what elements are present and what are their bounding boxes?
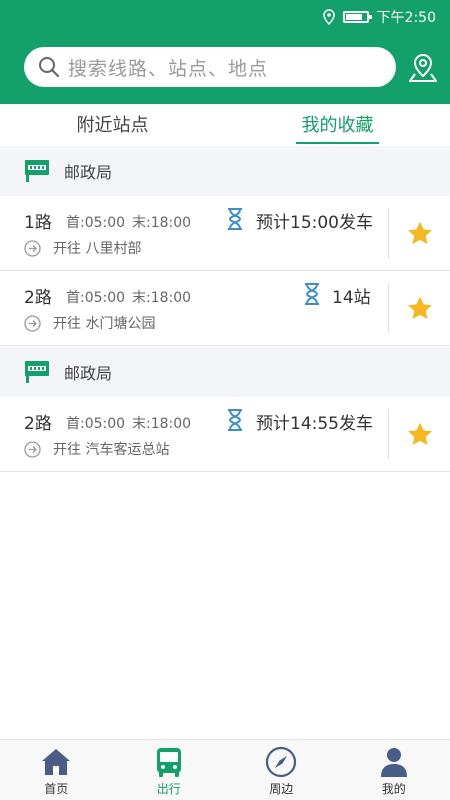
route-number: 2路 (24, 414, 52, 434)
last-bus-time: 末:18:00 (132, 215, 192, 231)
bus-icon (156, 748, 181, 777)
eta-text: 预计15:00发车 (256, 213, 373, 233)
station-name: 邮政局 (64, 163, 113, 182)
nav-travel[interactable]: 出行 (113, 740, 226, 800)
nav-mine-label: 我的 (381, 782, 406, 796)
station-name: 邮政局 (64, 364, 113, 383)
bottom-nav: 首页 出行 周边 我的 (0, 739, 450, 800)
divider (388, 409, 389, 459)
route-number: 1路 (24, 213, 52, 233)
nav-travel-label: 出行 (156, 782, 181, 796)
map-location-icon[interactable] (407, 52, 439, 84)
first-bus-time: 首:05:00 (66, 215, 126, 231)
search-placeholder: 搜索线路、站点、地点 (68, 57, 269, 80)
arrow-right-circle-icon (24, 315, 41, 332)
arrow-right-circle-icon (24, 240, 41, 257)
nav-nearby-label: 周边 (269, 782, 294, 796)
station-header[interactable]: 邮政局 (0, 347, 450, 397)
first-bus-time: 首:05:00 (66, 290, 126, 306)
nav-mine[interactable]: 我的 (338, 740, 450, 800)
bus-stop-sign-icon (25, 160, 49, 182)
home-icon (42, 749, 71, 775)
hourglass-icon (228, 208, 242, 230)
arrow-right-circle-icon (24, 441, 41, 458)
search-input[interactable]: 搜索线路、站点、地点 (24, 47, 396, 87)
header: 下午2:50 搜索线路、站点、地点 (0, 0, 450, 104)
nav-nearby[interactable]: 周边 (225, 740, 338, 800)
tab-nearby-stops[interactable]: 附近站点 (0, 104, 225, 148)
bus-stop-sign-icon (25, 361, 49, 383)
star-icon[interactable] (406, 220, 434, 248)
route-number: 2路 (24, 288, 52, 308)
person-icon (380, 748, 407, 777)
status-bar: 下午2:50 (0, 0, 450, 32)
battery-icon (342, 11, 372, 23)
search-icon (39, 57, 60, 78)
direction-text: 开往 八里村部 (53, 241, 142, 257)
eta-text: 14站 (332, 288, 371, 308)
active-tab-indicator (296, 142, 379, 144)
hourglass-icon (228, 409, 242, 431)
nav-home-label: 首页 (44, 782, 69, 796)
eta-text: 预计14:55发车 (256, 414, 373, 434)
tab-bar: 附近站点 我的收藏 (0, 104, 450, 148)
hourglass-icon (305, 283, 319, 305)
star-icon[interactable] (406, 295, 434, 323)
last-bus-time: 末:18:00 (132, 416, 192, 432)
direction-text: 开往 水门塘公园 (53, 316, 156, 332)
nav-home[interactable]: 首页 (0, 740, 113, 800)
divider (388, 283, 389, 333)
status-time: 下午2:50 (376, 10, 436, 26)
direction-text: 开往 汽车客运总站 (53, 442, 170, 458)
divider (388, 208, 389, 258)
route-row[interactable]: 2路 首:05:00 末:18:00 14站 开往 水门塘公园 (0, 271, 450, 346)
compass-icon (266, 746, 297, 778)
station-header[interactable]: 邮政局 (0, 146, 450, 196)
route-row[interactable]: 1路 首:05:00 末:18:00 预计15:00发车 开往 八里村部 (0, 196, 450, 271)
star-icon[interactable] (406, 421, 434, 449)
first-bus-time: 首:05:00 (66, 416, 126, 432)
last-bus-time: 末:18:00 (132, 290, 192, 306)
location-pin-icon (322, 9, 335, 25)
route-row[interactable]: 2路 首:05:00 末:18:00 预计14:55发车 开往 汽车客运总站 (0, 397, 450, 472)
